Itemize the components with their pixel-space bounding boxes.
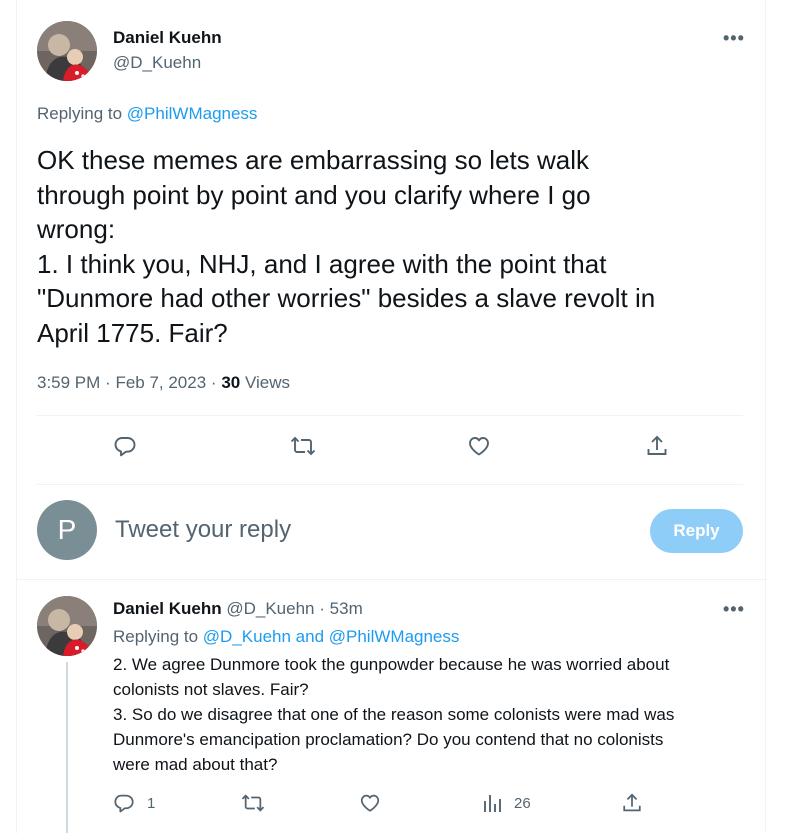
retweet-action[interactable] xyxy=(290,434,316,458)
reply-author-avatar-photo xyxy=(37,596,97,656)
reply-reply-action[interactable]: 1 xyxy=(113,792,155,814)
share-icon xyxy=(623,793,641,812)
more-options-icon[interactable]: ••• xyxy=(723,28,745,49)
views-label: Views xyxy=(244,373,291,392)
reply-replying-to: Replying to @D_Kuehn and @PhilWMagness xyxy=(113,627,459,647)
reply-retweet-action[interactable] xyxy=(241,792,265,814)
author-avatar-photo xyxy=(37,21,97,81)
replying-to: Replying to @PhilWMagness xyxy=(37,104,257,124)
reply-views-action[interactable]: 26 xyxy=(482,792,531,814)
reply-author-avatar[interactable] xyxy=(37,596,97,656)
share-icon xyxy=(647,435,667,455)
like-action[interactable] xyxy=(467,434,491,458)
author-name[interactable]: Daniel Kuehn xyxy=(113,28,222,48)
analytics-icon xyxy=(484,795,501,812)
reply-text: 2. We agree Dunmore took the gunpowder b… xyxy=(113,655,675,774)
divider xyxy=(17,579,765,580)
reply-time[interactable]: 53m xyxy=(330,599,363,618)
meta-separator: · xyxy=(105,373,116,392)
share-action[interactable] xyxy=(645,434,669,458)
meta-separator: · xyxy=(210,373,222,392)
replying-to-links[interactable]: @D_Kuehn and @PhilWMagness xyxy=(203,627,460,646)
reply-share-action[interactable] xyxy=(621,792,643,814)
tweet-time[interactable]: 3:59 PM xyxy=(37,373,100,392)
tweet-text: OK these memes are embarrassing so lets … xyxy=(37,145,656,348)
replying-to-label: Replying to xyxy=(113,627,199,646)
author-handle[interactable]: @D_Kuehn xyxy=(113,53,201,73)
replying-to-label: Replying to xyxy=(37,104,123,123)
header-separator: · xyxy=(319,599,325,618)
reply-button[interactable]: Reply xyxy=(650,509,743,553)
author-avatar[interactable] xyxy=(37,21,97,81)
reply-icon xyxy=(114,437,136,457)
reply-icon xyxy=(114,794,134,813)
reply-more-options-icon[interactable]: ••• xyxy=(723,599,745,620)
reply-author-name[interactable]: Daniel Kuehn xyxy=(113,599,222,618)
tweet-meta: 3:59 PM · Feb 7, 2023 · 30 Views xyxy=(37,373,290,393)
divider xyxy=(37,415,743,416)
heart-icon xyxy=(469,437,489,456)
retweet-icon xyxy=(241,794,265,812)
heart-icon xyxy=(360,794,380,812)
retweet-icon xyxy=(290,436,316,456)
reply-views-count: 26 xyxy=(514,794,531,812)
reply-action[interactable] xyxy=(113,434,137,458)
reply-header: Daniel Kuehn @D_Kuehn · 53m xyxy=(113,599,363,619)
views-count: 30 xyxy=(221,373,241,392)
timeline-right-border xyxy=(765,0,766,833)
reply-count: 1 xyxy=(147,794,156,812)
current-user-avatar[interactable]: P xyxy=(37,500,97,560)
timeline-left-border xyxy=(16,0,17,833)
divider xyxy=(37,484,743,485)
reply-like-action[interactable] xyxy=(359,792,381,814)
thread-line xyxy=(66,662,68,833)
reply-author-handle[interactable]: @D_Kuehn xyxy=(226,599,314,618)
tweet-date[interactable]: Feb 7, 2023 xyxy=(115,373,206,392)
replying-to-link[interactable]: @PhilWMagness xyxy=(127,104,258,123)
reply-input[interactable]: Tweet your reply xyxy=(115,516,291,544)
